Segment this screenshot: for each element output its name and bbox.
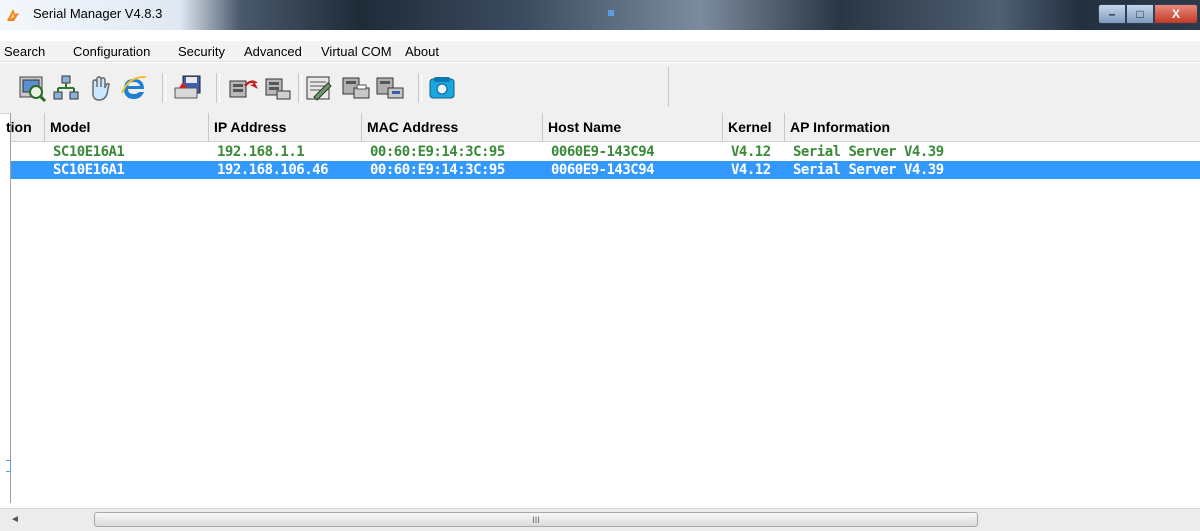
toolbar-separator [418,73,422,103]
scroll-left-button[interactable]: ◄ [6,511,24,528]
cell-ap-information: Serial Server V4.39 [793,162,944,178]
maximize-button[interactable]: □ [1126,4,1154,24]
security-button[interactable] [84,72,116,104]
network-config-icon [53,75,79,100]
window-controls: – □ X [1098,4,1200,26]
column-header-ap-information[interactable]: AP Information [785,113,1200,141]
window-title: Serial Manager V4.8.3 [33,6,163,21]
title-bar[interactable]: Serial Manager V4.8.3 – □ X [0,0,1200,30]
maximize-icon: □ [1136,7,1144,21]
cell-kernel: V4.12 [731,162,771,178]
minimize-icon: – [1108,7,1116,21]
menu-about[interactable]: About [405,44,439,59]
device-copy-icon [376,77,404,99]
toolbar [0,62,1200,114]
cell-mac-address: 00:60:E9:14:3C:95 [370,144,505,160]
scrollbar-thumb[interactable]: III [94,512,978,527]
cell-model: SC10E16A1 [53,162,125,178]
scroll-left-icon: ◄ [10,514,20,525]
app-icon [7,9,19,21]
cell-ap-information: Serial Server V4.39 [793,144,944,160]
table-row-selected[interactable]: SC10E16A1 192.168.106.46 00:60:E9:14:3C:… [11,161,1200,179]
telephone-icon [429,77,455,99]
toolbar-separator [298,73,302,103]
search-device-button[interactable] [16,72,48,104]
settings-form-icon [306,76,332,101]
list-header: tion Model IP Address MAC Address Host N… [6,113,1200,142]
scrollbar-grip-icon: III [532,514,540,525]
device-copy-button[interactable] [374,72,406,104]
menu-configuration[interactable]: Configuration [73,44,150,59]
column-header-host-name[interactable]: Host Name [543,113,723,141]
cell-kernel: V4.12 [731,144,771,160]
horizontal-scrollbar[interactable]: ◄ III [0,508,1200,531]
device-list[interactable]: tion Model IP Address MAC Address Host N… [6,113,1200,503]
cell-model: SC10E16A1 [53,144,125,160]
cell-mac-address: 00:60:E9:14:3C:95 [370,162,505,178]
selection-marker [6,460,11,472]
internet-explorer-icon [121,75,147,99]
menu-virtual-com[interactable]: Virtual COM [321,44,392,59]
save-icon [174,75,201,99]
close-icon: X [1171,7,1180,21]
settings-form-button[interactable] [304,72,336,104]
search-device-icon [19,76,47,103]
menu-bar: Search Configuration Security Advanced V… [0,41,1200,62]
column-header-mac-address[interactable]: MAC Address [362,113,543,141]
cell-ip-address: 192.168.1.1 [217,144,305,160]
network-config-button[interactable] [50,72,82,104]
resize-marker [608,10,614,16]
security-hand-icon [92,76,110,101]
cell-host-name: 0060E9-143C94 [551,162,655,178]
menu-search[interactable]: Search [4,44,45,59]
telephone-button[interactable] [426,72,458,104]
close-button[interactable]: X [1154,4,1198,24]
menu-advanced[interactable]: Advanced [244,44,302,59]
download-icon [265,78,291,100]
device-print-icon [342,77,370,99]
cell-ip-address: 192.168.106.46 [217,162,329,178]
toolbar-separator [216,73,220,103]
column-header-kernel[interactable]: Kernel [723,113,785,141]
download-button[interactable] [262,72,294,104]
toolbar-end-divider [668,67,669,107]
save-button[interactable] [172,72,204,104]
menu-security[interactable]: Security [178,44,225,59]
upload-icon [229,80,258,98]
cell-host-name: 0060E9-143C94 [551,144,655,160]
column-header-ip-address[interactable]: IP Address [209,113,362,141]
web-browser-button[interactable] [118,72,150,104]
upload-firmware-button[interactable] [228,72,260,104]
toolbar-separator [162,73,166,103]
device-print-button[interactable] [340,72,372,104]
column-header-model[interactable]: Model [45,113,209,141]
table-row[interactable]: SC10E16A1 192.168.1.1 00:60:E9:14:3C:95 … [11,143,1200,161]
column-header-location[interactable]: tion [1,113,45,141]
minimize-button[interactable]: – [1098,4,1126,24]
